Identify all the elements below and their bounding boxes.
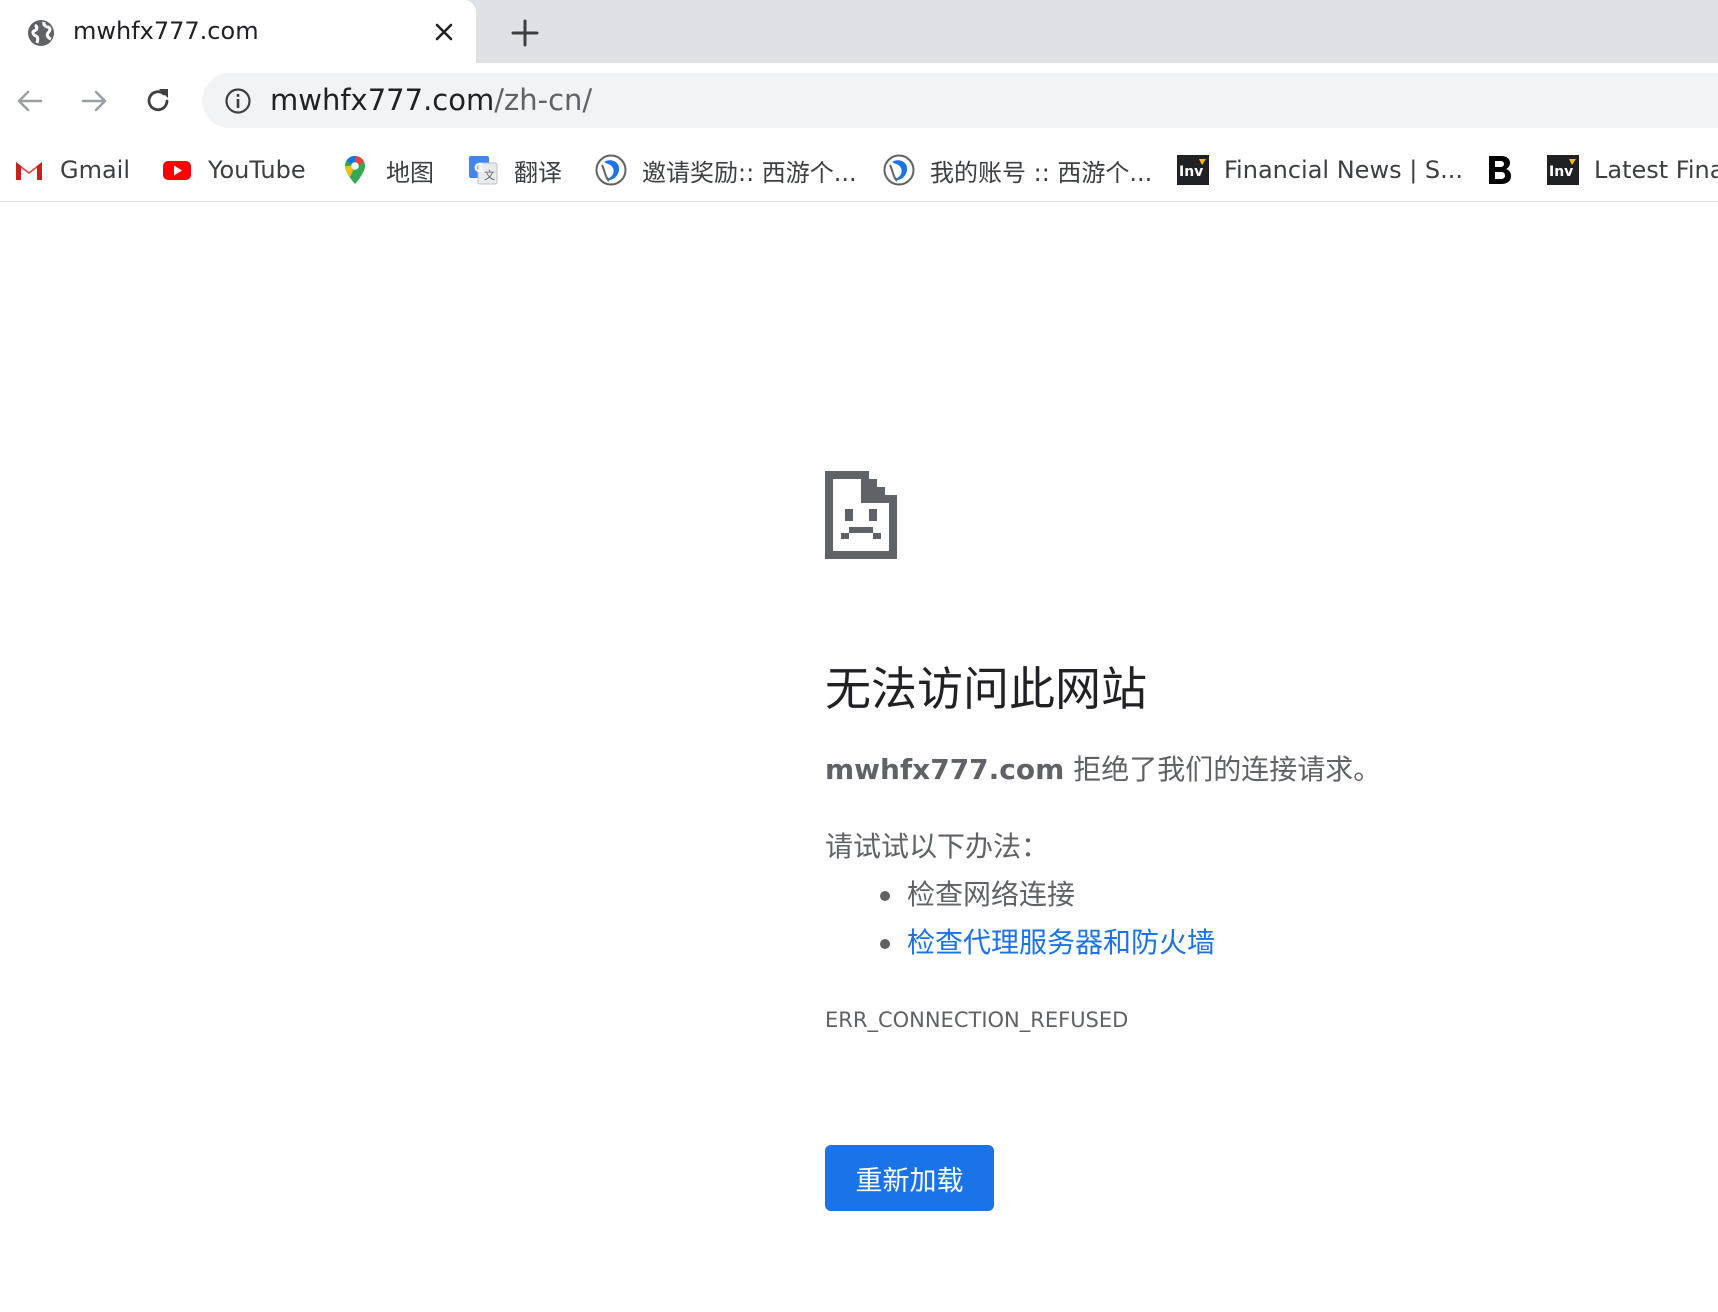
- bookmark-label: 邀请奖励:: 西游个...: [642, 158, 857, 187]
- svg-text:G: G: [474, 161, 484, 175]
- bookmark-invite[interactable]: 邀请奖励:: 西游个...: [594, 152, 857, 188]
- bookmark-label: 我的账号 :: 西游个...: [930, 158, 1153, 187]
- error-host: mwhfx777.com: [825, 753, 1065, 786]
- svg-text:Inv: Inv: [1549, 164, 1573, 180]
- bookmark-label: 翻译: [514, 158, 562, 187]
- url-text[interactable]: mwhfx777.com/zh-cn/: [270, 83, 592, 117]
- translate-icon: G 文: [469, 156, 498, 185]
- tab-title: mwhfx777.com: [73, 17, 259, 45]
- svg-text:Inv: Inv: [1179, 164, 1203, 180]
- gmail-icon: [16, 162, 42, 180]
- suggestions-label: 请试试以下办法：: [825, 830, 1050, 863]
- site-logo-icon: [883, 154, 915, 186]
- sad-page-icon: [825, 471, 897, 559]
- bold-b-icon: [1489, 156, 1511, 184]
- youtube-icon: [163, 161, 191, 180]
- investing-icon: Inv: [1547, 155, 1579, 185]
- error-title: 无法访问此网站: [825, 662, 1147, 716]
- bookmark-translate[interactable]: G 文 翻译: [466, 152, 562, 188]
- error-description: mwhfx777.com 拒绝了我们的连接请求。: [825, 748, 1381, 788]
- bookmark-maps[interactable]: 地图: [338, 152, 434, 188]
- suggestion-check-network: 检查网络连接: [825, 871, 1525, 919]
- investing-icon: Inv: [1177, 155, 1209, 185]
- error-code: ERR_CONNECTION_REFUSED: [825, 1008, 1129, 1032]
- url-path: /zh-cn/: [494, 83, 593, 117]
- reload-button[interactable]: 重新加载: [825, 1145, 994, 1211]
- toolbar: mwhfx777.com/zh-cn/: [0, 63, 1718, 138]
- tab-active[interactable]: mwhfx777.com: [0, 0, 476, 63]
- bookmark-latest-financial[interactable]: Inv Latest Fina: [1546, 152, 1718, 188]
- bookmark-financial-news[interactable]: Inv Financial News | S...: [1176, 152, 1463, 188]
- bookmark-label: Financial News | S...: [1224, 156, 1464, 184]
- error-page: 无法访问此网站 mwhfx777.com 拒绝了我们的连接请求。 请试试以下办法…: [0, 203, 1718, 1312]
- bookmark-bar: Gmail YouTube 地图 G 文 翻译 邀请奖励:: 西游个... 我的…: [0, 138, 1718, 202]
- bookmark-label: 地图: [386, 158, 434, 187]
- close-icon[interactable]: [432, 20, 456, 44]
- globe-icon: [28, 20, 54, 46]
- info-icon[interactable]: [224, 87, 252, 115]
- address-bar[interactable]: mwhfx777.com/zh-cn/: [202, 73, 1718, 128]
- suggestions-list: 检查网络连接 检查代理服务器和防火墙: [825, 871, 1525, 967]
- suggestion-check-proxy-link[interactable]: 检查代理服务器和防火墙: [825, 919, 1525, 967]
- url-host: mwhfx777.com: [270, 83, 495, 117]
- bookmark-gmail[interactable]: Gmail: [12, 152, 130, 188]
- bookmark-b[interactable]: [1482, 152, 1530, 188]
- reload-icon[interactable]: [142, 85, 174, 117]
- bookmark-label: Latest Fina: [1594, 156, 1718, 184]
- tab-strip: mwhfx777.com: [0, 0, 1718, 63]
- bookmark-youtube[interactable]: YouTube: [160, 152, 306, 188]
- arrow-left-icon[interactable]: [14, 85, 46, 117]
- site-logo-icon: [595, 154, 627, 186]
- error-description-text: 拒绝了我们的连接请求。: [1064, 753, 1382, 786]
- bookmark-account[interactable]: 我的账号 :: 西游个...: [882, 152, 1152, 188]
- bookmark-label: Gmail: [60, 156, 131, 184]
- arrow-right-icon[interactable]: [78, 85, 110, 117]
- plus-icon[interactable]: [508, 16, 542, 50]
- bookmark-label: YouTube: [208, 156, 306, 184]
- svg-text:文: 文: [484, 168, 495, 182]
- maps-pin-icon: [345, 156, 365, 184]
